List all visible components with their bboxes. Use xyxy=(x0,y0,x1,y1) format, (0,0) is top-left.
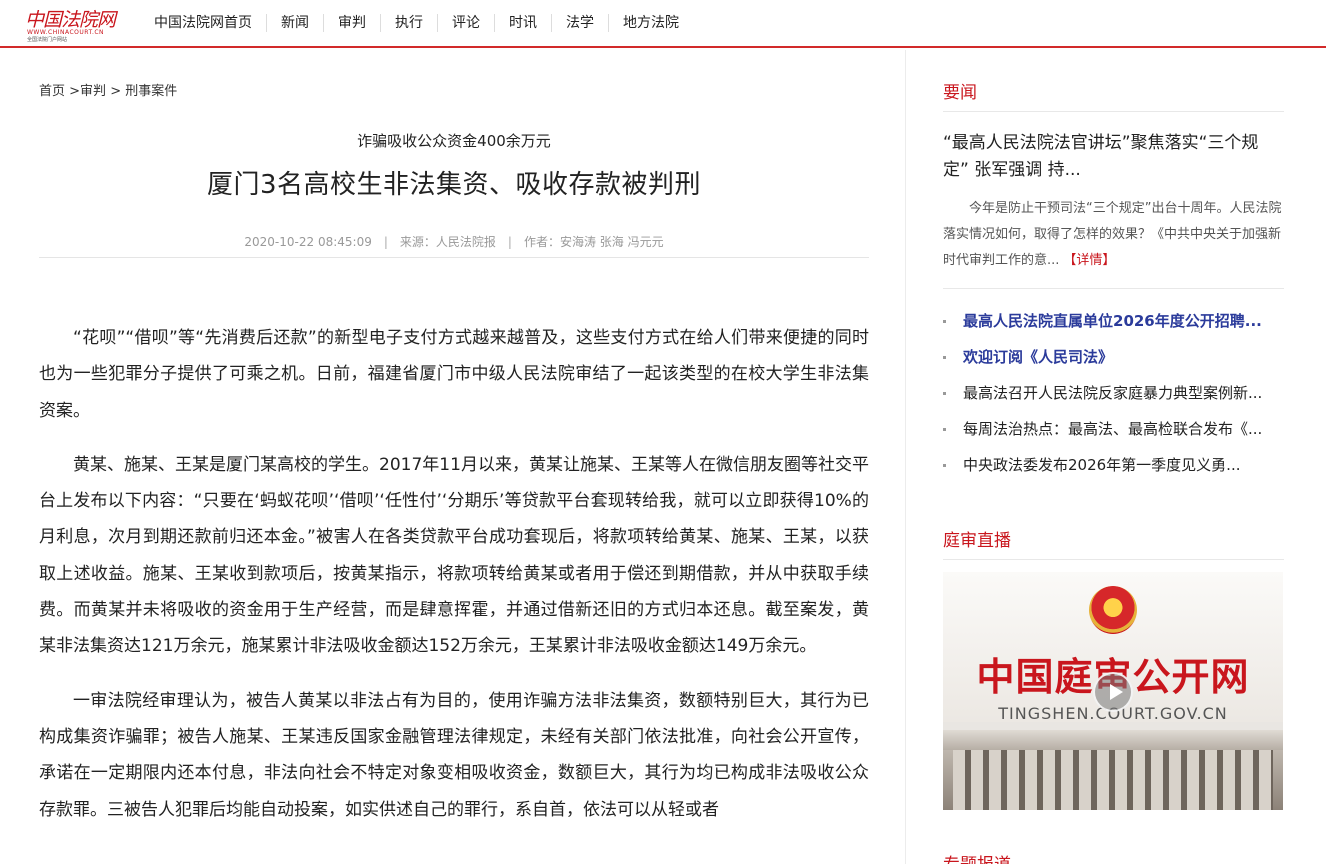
news-detail-link[interactable]: 【详情】 xyxy=(1063,253,1115,268)
news-section-title: 要闻 xyxy=(943,78,1284,112)
column-divider xyxy=(905,50,906,864)
play-icon[interactable] xyxy=(1093,672,1133,712)
building-columns xyxy=(953,750,1273,810)
news-headline[interactable]: “最高人民法院法官讲坛”聚焦落实“三个规定” 张军强调 持... xyxy=(943,130,1284,184)
breadcrumb-home[interactable]: 首页 xyxy=(39,84,65,99)
article-title: 厦门3名高校生非法集资、吸收存款被判刑 xyxy=(206,170,702,200)
article-date: 2020-10-22 08:45:09 xyxy=(244,235,372,249)
national-emblem-icon xyxy=(1089,586,1137,634)
article-author: 作者：安海涛 张海 冯元元 xyxy=(523,235,664,249)
news-summary: 今年是防止干预司法“三个规定”出台十周年。人民法院落实情况如何，取得了怎样的效果… xyxy=(943,196,1284,274)
site-header: 中国法院网 WWW.CHINACOURT.CN 全国法院门户网站 中国法院网首页… xyxy=(0,0,1326,48)
article-paragraph: “花呗”“借呗”等“先消费后还款”的新型电子支付方式越来越普及，这些支付方式在给… xyxy=(39,328,869,421)
sidebar-news: 要闻 “最高人民法院法官讲坛”聚焦落实“三个规定” 张军强调 持... 今年是防… xyxy=(943,78,1284,483)
news-list-item[interactable]: 最高法召开人民法院反家庭暴力典型案例新... xyxy=(943,375,1284,411)
breadcrumb-category[interactable]: 刑事案件 xyxy=(125,84,177,99)
nav-news[interactable]: 新闻 xyxy=(266,14,323,32)
court-building-image xyxy=(943,730,1283,810)
news-list-item[interactable]: 中央政法委发布2026年第一季度见义勇... xyxy=(943,447,1284,483)
sidebar-live: 庭审直播 xyxy=(943,526,1284,560)
article-meta: 2020-10-22 08:45:09 | 来源：人民法院报 | 作者：安海涛 张海 冯… xyxy=(39,233,869,250)
news-list-item[interactable]: 最高人民法院直属单位2026年度公开招聘... xyxy=(943,303,1284,339)
nav-law-studies[interactable]: 法学 xyxy=(551,14,608,32)
breadcrumb: 首页 >审判 > 刑事案件 xyxy=(39,80,177,99)
article-subtitle: 诈骗吸收公众资金400余万元 xyxy=(357,132,551,150)
live-section-title: 庭审直播 xyxy=(943,526,1284,560)
nav-home[interactable]: 中国法院网首页 xyxy=(140,14,266,32)
logo-subtitle: 全国法院门户网站 xyxy=(27,37,68,43)
live-trial-banner[interactable]: 中国庭审公开网 TINGSHEN.COURT.GOV.CN xyxy=(943,572,1283,810)
logo-url: WWW.CHINACOURT.CN xyxy=(27,29,105,36)
meta-separator: | xyxy=(383,235,388,249)
main-nav: 中国法院网首页 新闻 审判 执行 评论 时讯 法学 地方法院 xyxy=(140,14,693,32)
article-divider xyxy=(39,257,869,258)
nav-current-news[interactable]: 时讯 xyxy=(494,14,551,32)
nav-trial[interactable]: 审判 xyxy=(323,14,380,32)
article-paragraph: 黄某、施某、王某是厦门某高校的学生。2017年11月以来，黄某让施某、王某等人在… xyxy=(39,454,869,657)
site-logo[interactable]: 中国法院网 WWW.CHINACOURT.CN 全国法院门户网站 xyxy=(25,5,116,43)
article-paragraph: 一审法院经审理认为，被告人黄某以非法占有为目的，使用诈骗方法非法集资，数额特别巨… xyxy=(39,690,869,820)
article-source: 来源：人民法院报 xyxy=(399,235,496,249)
nav-commentary[interactable]: 评论 xyxy=(437,14,494,32)
nav-local-courts[interactable]: 地方法院 xyxy=(608,14,693,32)
building-roof xyxy=(943,730,1283,750)
news-list-item[interactable]: 每周法治热点：最高法、最高检联合发布《... xyxy=(943,411,1284,447)
breadcrumb-separator: > xyxy=(106,84,126,99)
next-section-title: 专题报道 xyxy=(943,850,1011,864)
nav-enforcement[interactable]: 执行 xyxy=(380,14,437,32)
breadcrumb-separator: > xyxy=(65,84,81,99)
meta-separator: | xyxy=(507,235,512,249)
breadcrumb-trial[interactable]: 审判 xyxy=(80,84,106,99)
logo-text: 中国法院网 xyxy=(25,9,116,31)
news-list-item[interactable]: 欢迎订阅《人民司法》 xyxy=(943,339,1284,375)
article-body: “花呗”“借呗”等“先消费后还款”的新型电子支付方式越来越普及，这些支付方式在给… xyxy=(39,320,869,846)
news-list: 最高人民法院直属单位2026年度公开招聘... 欢迎订阅《人民司法》 最高法召开… xyxy=(943,288,1284,483)
